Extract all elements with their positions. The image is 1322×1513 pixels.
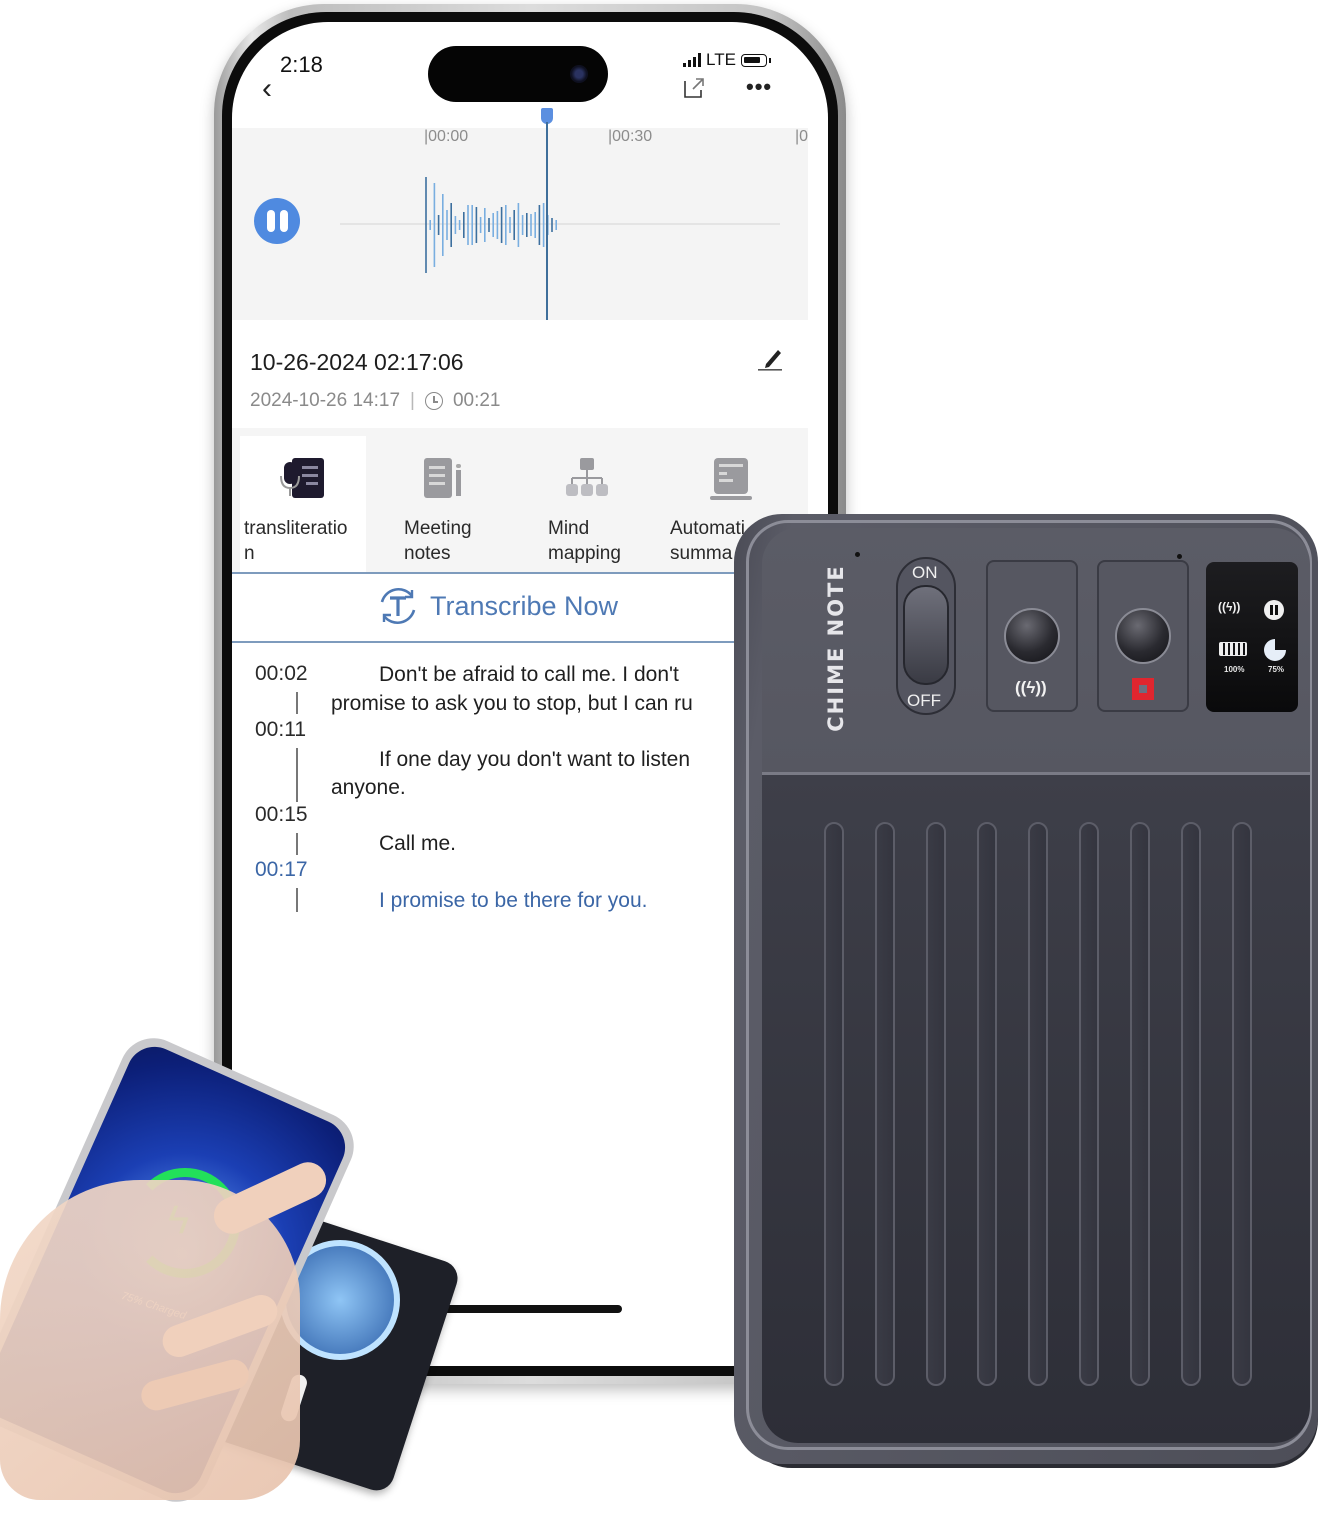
timeline-tick: |00:00	[424, 128, 469, 145]
clock-icon	[424, 392, 443, 410]
pause-button[interactable]	[254, 198, 300, 244]
storage-percent: 75%	[1268, 665, 1285, 674]
transcript-timestamp[interactable]: 00:02	[255, 662, 308, 686]
battery-nub	[768, 57, 771, 63]
recording-title: 10-26-2024 02:17:06	[250, 349, 464, 375]
transliteration-icon	[280, 458, 324, 498]
grip-rib	[977, 822, 997, 1386]
record-icon	[1132, 678, 1154, 700]
signal-icon	[683, 53, 701, 67]
recording-duration: 00:21	[452, 390, 501, 411]
record-button[interactable]	[1115, 608, 1171, 664]
grip-rib	[1079, 822, 1099, 1386]
status-time: 2:18	[280, 52, 323, 77]
more-button[interactable]: •••	[746, 74, 772, 100]
waveform-baseline	[340, 223, 780, 225]
tab-meeting-notes[interactable]: Meeting notes	[400, 436, 520, 572]
pause-status-icon	[1264, 600, 1284, 620]
grip-rib	[875, 822, 895, 1386]
transcript-text: promise to ask you to stop, but I can ru	[331, 692, 693, 715]
status-indicators: LTE	[683, 50, 771, 70]
transcript-text: Call me.	[379, 832, 457, 855]
meeting-notes-icon	[424, 458, 461, 498]
network-label: LTE	[706, 50, 736, 69]
timeline-tick: |00:30	[608, 128, 653, 145]
meta-separator: |	[410, 390, 415, 411]
wireless-status-icon: ((ϟ))	[1218, 600, 1241, 614]
pause-icon	[266, 210, 288, 232]
storage-pie-icon	[1264, 639, 1286, 661]
waveform	[425, 177, 557, 273]
summary-icon	[710, 458, 752, 500]
timeline-connector	[296, 748, 298, 802]
back-button[interactable]: ‹	[262, 74, 272, 104]
tab-mind-mapping[interactable]: Mind mapping	[544, 436, 664, 572]
timeline-tick: |0	[795, 128, 809, 145]
transcript-text-active: I promise to be there for you.	[379, 889, 648, 912]
recording-meta: 2024-10-26 14:17 | 00:21	[250, 390, 501, 412]
transcript-timestamp[interactable]: 00:15	[255, 803, 308, 827]
hand	[0, 1180, 300, 1500]
grip-rib	[1232, 822, 1252, 1386]
transcript-timestamp-active[interactable]: 00:17	[255, 858, 308, 882]
transcript-text: Don't be afraid to call me. I don't	[379, 663, 679, 686]
brand-logo: CHIME NOTE	[824, 564, 848, 732]
transcribe-now-label: Transcribe Now	[430, 590, 619, 621]
timeline-connector	[296, 692, 298, 714]
grip-rib	[1130, 822, 1150, 1386]
transcribe-icon	[380, 587, 416, 625]
timeline-connector	[296, 833, 298, 855]
microphone-hole	[855, 552, 860, 557]
switch-off-label: OFF	[907, 691, 941, 710]
tab-label: Meeting notes	[404, 518, 472, 564]
timeline-connector	[296, 888, 298, 912]
playhead-line	[546, 122, 548, 320]
tab-label: Mind mapping	[548, 518, 621, 564]
more-icon: •••	[746, 74, 773, 99]
status-display	[1206, 562, 1298, 712]
battery-level-icon	[1219, 642, 1247, 656]
transcript-text: anyone.	[331, 776, 406, 799]
battery-percent: 100%	[1224, 665, 1245, 674]
grip-rib	[1181, 822, 1201, 1386]
front-camera	[570, 65, 588, 83]
switch-on-label: ON	[912, 563, 938, 582]
grip-rib	[824, 822, 844, 1386]
divider	[232, 641, 808, 643]
grip-rib	[1028, 822, 1048, 1386]
chevron-left-icon: ‹	[262, 72, 272, 105]
recording-datetime: 2024-10-26 14:17	[250, 390, 401, 411]
microphone-hole	[1177, 554, 1182, 559]
wireless-charge-button[interactable]	[1004, 608, 1060, 664]
mind-map-icon	[566, 458, 608, 496]
share-icon[interactable]	[682, 76, 706, 100]
transcript-text: If one day you don't want to listen	[379, 748, 691, 771]
transcript-timestamp[interactable]: 00:11	[255, 718, 306, 742]
switch-knob[interactable]	[903, 585, 949, 685]
tab-transliteration[interactable]: transliteratio n	[240, 436, 366, 572]
tab-label: transliteratio n	[244, 518, 348, 564]
transcribe-now-button[interactable]: Transcribe Now	[376, 584, 618, 628]
grip-rib	[926, 822, 946, 1386]
wireless-charging-icon: ((ϟ))	[1015, 678, 1047, 697]
battery-icon	[740, 53, 767, 67]
pencil-icon[interactable]	[756, 344, 784, 372]
